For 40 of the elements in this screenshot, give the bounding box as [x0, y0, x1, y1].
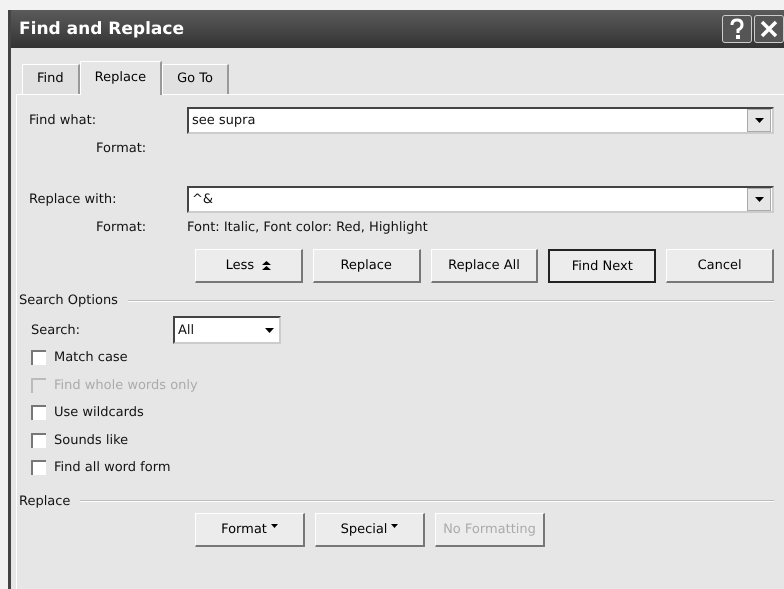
checkbox-label: Find all word form	[54, 460, 170, 476]
find-what-field[interactable]: see supra	[187, 107, 774, 134]
help-button[interactable]	[722, 15, 752, 43]
window-title: Find and Replace	[19, 19, 184, 39]
checkbox[interactable]	[31, 405, 46, 420]
dialog-button[interactable]: Less	[195, 249, 303, 283]
section-heading: Search Options	[19, 293, 118, 308]
close-button[interactable]	[754, 15, 784, 43]
close-icon	[759, 19, 779, 39]
replace-with-field[interactable]: ^&	[187, 186, 774, 213]
format-label: Format:	[95, 220, 148, 234]
dialog-button[interactable]: Replace All	[430, 249, 538, 283]
checkbox-label: Match case	[54, 350, 128, 366]
format-description: Font: Italic, Font color: Red, Highlight	[187, 220, 428, 234]
format-label: Format:	[95, 140, 148, 156]
menu-arrow-icon	[270, 524, 278, 528]
tab[interactable]: Go To	[162, 64, 229, 94]
field-label: Find what:	[29, 113, 98, 128]
section-heading: Replace	[19, 494, 70, 508]
dropdown-arrow-icon	[264, 328, 274, 332]
dialog-button[interactable]: Find Next	[548, 249, 656, 283]
checkbox[interactable]	[31, 460, 46, 476]
dropdown-arrow-icon	[754, 197, 764, 202]
dialog-button[interactable]: Cancel	[666, 249, 774, 283]
collapse-icon	[262, 261, 272, 270]
checkbox[interactable]	[31, 350, 46, 366]
tab[interactable]: Replace	[80, 61, 162, 95]
checkbox-label: Sounds like	[54, 432, 128, 448]
dialog-button[interactable]: Special	[315, 512, 425, 546]
field-label: Replace with:	[29, 192, 118, 207]
dropdown-arrow-icon	[754, 118, 764, 123]
checkbox-label: Use wildcards	[54, 405, 144, 420]
checkbox[interactable]	[31, 432, 46, 448]
menu-arrow-icon	[391, 524, 398, 528]
search-label: Search:	[31, 322, 82, 338]
dialog-button[interactable]: Replace	[312, 249, 421, 283]
checkbox-label: Find whole words only	[54, 378, 198, 393]
dialog-button[interactable]: Format	[195, 512, 305, 546]
search-dropdown[interactable]: All	[173, 316, 281, 344]
tab[interactable]: Find	[22, 64, 80, 94]
